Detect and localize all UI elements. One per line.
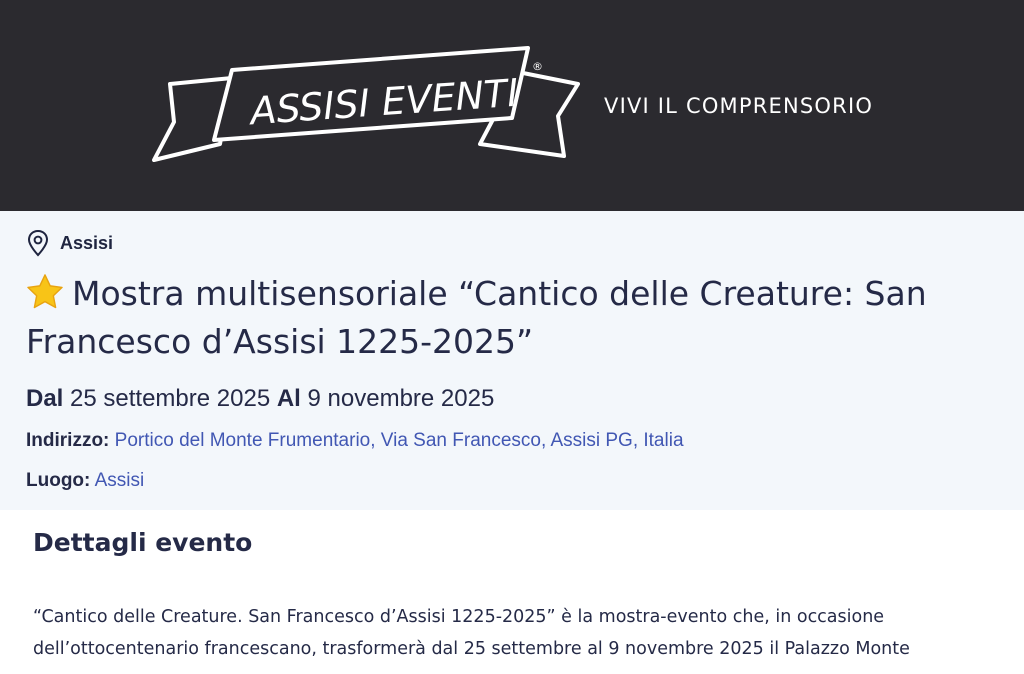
assisi-eventi-logo[interactable]: ASSISI EVENTI ® [150, 44, 582, 168]
details-line: “Cantico delle Creature. San Francesco d… [33, 607, 885, 627]
event-dates: Dal 25 settembre 2025 Al 9 novembre 2025 [26, 385, 494, 413]
site-tagline: VIVI IL COMPRENSORIO [604, 94, 874, 118]
place-label: Luogo: [26, 470, 91, 491]
date-from-label: Dal [26, 385, 64, 412]
event-title: Mostra multisensoriale “Cantico delle Cr… [26, 270, 1016, 366]
details-line: dell’ottocentenario francescano, trasfor… [33, 639, 910, 659]
location-label: Assisi [60, 232, 114, 253]
date-to: 9 novembre 2025 [307, 385, 495, 412]
place-link[interactable]: Assisi [95, 470, 145, 491]
map-pin-icon [27, 229, 49, 257]
event-title-text: Mostra multisensoriale “Cantico delle Cr… [26, 274, 927, 361]
event-address: Indirizzo: Portico del Monte Frumentario… [26, 430, 684, 452]
event-place: Luogo: Assisi [26, 470, 144, 492]
star-icon [27, 274, 63, 309]
svg-text:®: ® [532, 60, 543, 73]
site-header: ASSISI EVENTI ® VIVI IL COMPRENSORIO [0, 0, 1024, 211]
event-location: Assisi [26, 229, 113, 257]
address-link[interactable]: Portico del Monte Frumentario, Via San F… [115, 430, 684, 451]
details-heading: Dettagli evento [33, 528, 253, 557]
address-label: Indirizzo: [26, 430, 110, 451]
details-paragraph: “Cantico delle Creature. San Francesco d… [33, 601, 993, 665]
date-to-label: Al [276, 385, 301, 412]
date-from: 25 settembre 2025 [70, 385, 271, 412]
